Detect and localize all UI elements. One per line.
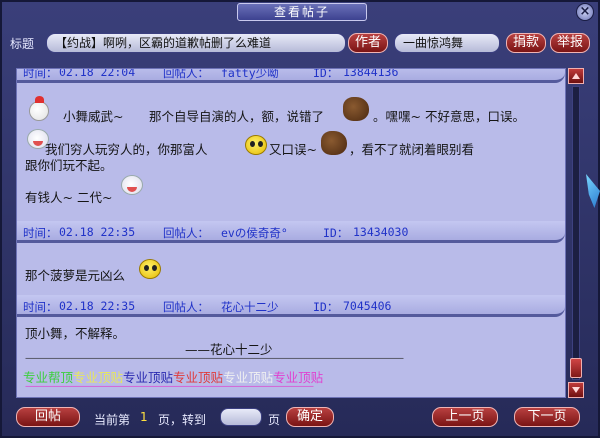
post-text: 。嘿嘿~ 不好意思，口误。 [373, 109, 525, 124]
next-page-button[interactable]: 下一页 [514, 407, 580, 427]
vertical-scrollbar[interactable] [568, 68, 584, 398]
dog-emoticon-icon [343, 97, 369, 121]
post-text: 跟你们玩不起。 [25, 158, 113, 173]
post-text: 有钱人~ 二代~ [25, 190, 113, 205]
post-text: 那个菠萝是元凶么 [25, 268, 126, 283]
poster-name[interactable]: evの侯奇奇° [221, 225, 288, 241]
chick-emoticon-icon [29, 96, 49, 121]
page-suffix-label: 页 [268, 413, 281, 427]
post-id-label: ID： [313, 300, 339, 314]
post-text: 小舞威武~ [63, 109, 124, 124]
author-button[interactable]: 作者 [348, 33, 388, 53]
current-page-label: 当前第 [94, 413, 131, 427]
pink-divider: ———————————————————————————————— [25, 381, 314, 392]
scroll-thumb[interactable] [570, 358, 582, 378]
post-id: 7045406 [343, 299, 392, 313]
post-time: 02.18 22:04 [59, 68, 136, 79]
post-time-label: 时间： [23, 300, 58, 314]
goto-label: 页，转到 [158, 413, 207, 427]
report-button[interactable]: 举报 [550, 33, 590, 53]
confirm-button[interactable]: 确定 [286, 407, 334, 427]
subject-field: 【约战】啊咧，区霸的道歉帖删了么难道 [46, 33, 346, 53]
poster-name[interactable]: 花心十二少 [221, 299, 279, 315]
yellow-face-emoticon-icon [245, 135, 267, 155]
yellow-face-emoticon-icon [139, 259, 161, 279]
poster-label: 回帖人： [163, 68, 209, 80]
close-button[interactable]: × [576, 3, 594, 21]
dog-emoticon-icon [321, 131, 347, 155]
poster-label: 回帖人： [163, 300, 209, 314]
subject-label: 标题 [10, 37, 35, 51]
window-title: 查看帖子 [237, 3, 367, 21]
post-time: 02.18 22:35 [59, 225, 136, 239]
author-name-field: 一曲惊鸿舞 [394, 33, 500, 53]
post-time-label: 时间： [23, 68, 58, 80]
crying-emoticon-icon [121, 175, 143, 195]
donate-button[interactable]: 捐款 [506, 33, 546, 53]
prev-page-button[interactable]: 上一页 [432, 407, 498, 427]
subject-row: 标题 【约战】啊咧，区霸的道歉帖删了么难道 作者 一曲惊鸿舞 捐款 举报 [8, 32, 592, 54]
post-header: 时间： 02.18 22:35 回帖人： evの侯奇奇° ID： 1343403… [17, 221, 565, 243]
reply-button[interactable]: 回帖 [16, 407, 80, 427]
post-header: 时间： 02.18 22:35 回帖人： 花心十二少 ID： 7045406 [17, 295, 565, 317]
post-viewer-window: 查看帖子 × 标题 【约战】啊咧，区霸的道歉帖删了么难道 作者 一曲惊鸿舞 捐款… [0, 0, 600, 438]
post-text: 又口误~ [269, 142, 317, 157]
post-text: ，看不了就闭着眼别看 [349, 142, 475, 157]
post-id-label: ID： [323, 226, 349, 240]
poster-name[interactable]: fatty少呦 [221, 69, 279, 81]
crystal-decoration-icon [586, 174, 600, 208]
scroll-up-arrow-icon[interactable] [568, 68, 584, 84]
post-id: 13434030 [353, 225, 409, 239]
post-time-label: 时间： [23, 226, 58, 240]
poster-label: 回帖人： [163, 226, 209, 240]
footer-bar: 回帖 当前第 1 页，转到 页 确定 上一页 下一页 [2, 404, 598, 436]
current-page-number: 1 [140, 410, 148, 424]
post-text: 那个自导自演的人，额，说错了 [149, 109, 325, 124]
post-time: 02.18 22:35 [59, 299, 136, 313]
signature-divider: ————————————————————————————————————————… [25, 353, 404, 364]
goto-page-input[interactable] [220, 408, 262, 426]
scroll-down-arrow-icon[interactable] [568, 382, 584, 398]
post-header: 时间： 02.18 22:04 回帖人： fatty少呦 ID： 1384413… [17, 68, 565, 83]
post-content-panel[interactable]: 时间： 02.18 22:04 回帖人： fatty少呦 ID： 1384413… [16, 68, 566, 398]
scroll-track[interactable] [572, 86, 580, 380]
title-bar: 查看帖子 × [2, 2, 598, 22]
post-text: 顶小舞，不解释。 [25, 326, 126, 341]
post-id-label: ID： [313, 68, 339, 80]
post-id: 13844136 [343, 68, 399, 79]
